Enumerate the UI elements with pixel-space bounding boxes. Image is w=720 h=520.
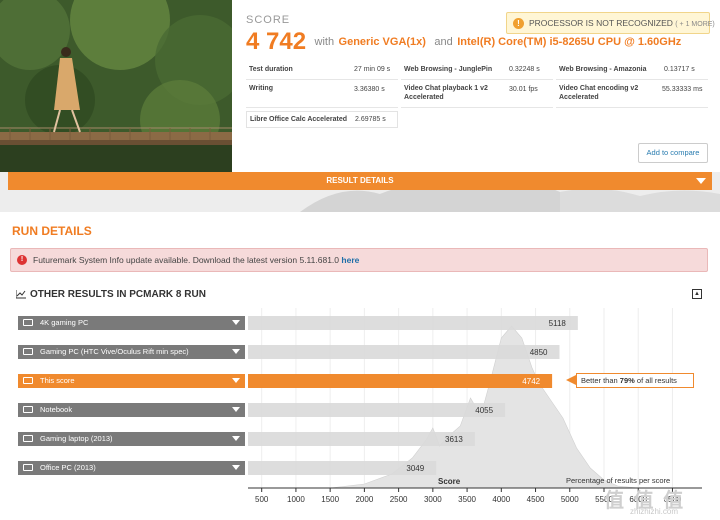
x-tick-label: 1000	[287, 495, 305, 504]
stat-label: Writing	[249, 85, 273, 92]
comparison-row-label: Gaming laptop (2013)	[40, 434, 113, 443]
chevron-down-icon	[232, 407, 240, 412]
x-tick-label: 3500	[458, 495, 476, 504]
stat-cell: Test duration 27 min 09 s	[246, 62, 398, 80]
stat-value: 55.33333 ms	[662, 86, 703, 93]
result-summary-card: SCORE 4 742 with Generic VGA(1x) and Int…	[0, 0, 720, 172]
result-details-toggle[interactable]: RESULT DETAILS	[8, 172, 712, 190]
monitor-icon	[23, 464, 33, 471]
chevron-down-icon	[696, 178, 706, 184]
comparison-row-selector[interactable]: Gaming PC (HTC Vive/Oculus Rift min spec…	[18, 345, 245, 359]
stat-label: Video Chat playback 1 v2 Accelerated	[404, 85, 488, 101]
processor-warning-more[interactable]: ( + 1 MORE)	[675, 21, 714, 28]
stat-label: Test duration	[249, 66, 293, 73]
x-tick-label: 1500	[321, 495, 339, 504]
x-tick-label: 5000	[561, 495, 579, 504]
line-chart-icon	[16, 289, 26, 299]
stat-cell: Writing 3.36380 s	[246, 82, 398, 108]
monitor-icon	[23, 319, 33, 326]
bar-value-label: 5118	[549, 319, 567, 328]
other-results-heading: OTHER RESULTS IN PCMARK 8 RUN	[16, 289, 206, 300]
bar-value-label: 3049	[406, 464, 424, 473]
comparison-row-label: Office PC (2013)	[40, 463, 96, 472]
chevron-down-icon	[232, 436, 240, 441]
stat-value: 2.69785 s	[355, 116, 386, 123]
x-tick-label: 2500	[390, 495, 408, 504]
stat-value: 27 min 09 s	[354, 66, 391, 73]
cpu-name: Intel(R) Core(TM) i5-8265U CPU @ 1.60GHz	[457, 36, 682, 48]
stat-cell: Web Browsing - JunglePin 0.32248 s	[401, 62, 553, 80]
x-tick-label: 500	[255, 495, 269, 504]
bar-value-label: 4055	[475, 406, 493, 415]
other-results-title: OTHER RESULTS IN PCMARK 8 RUN	[30, 289, 206, 300]
score-bar	[248, 316, 578, 330]
comparison-row-selector[interactable]: This score	[18, 374, 245, 388]
stat-label: Web Browsing - JunglePin	[404, 66, 493, 73]
chevron-down-icon	[232, 349, 240, 354]
result-details-label: RESULT DETAILS	[326, 176, 394, 185]
x-tick-label: 4500	[527, 495, 545, 504]
better-than-percent: 79%	[619, 376, 635, 385]
gpu-name: Generic VGA(1x)	[338, 36, 426, 48]
comparison-row-label: Notebook	[40, 405, 73, 414]
comparison-row-selector[interactable]: Office PC (2013)	[18, 461, 245, 475]
stat-value: 30.01 fps	[509, 86, 538, 93]
stat-label: Video Chat encoding v2 Accelerated	[559, 85, 639, 101]
comparison-row-selector[interactable]: 4K gaming PC	[18, 316, 245, 330]
update-alert: ! Futuremark System Info update availabl…	[10, 248, 708, 272]
x-axis-label: Score	[438, 477, 461, 486]
x-tick-label: 4000	[492, 495, 510, 504]
score-value: 4 742	[246, 28, 307, 55]
comparison-row-selector[interactable]: Gaming laptop (2013)	[18, 432, 245, 446]
chevron-down-icon	[232, 378, 240, 383]
comparison-row-label: This score	[40, 376, 75, 385]
alert-text: Futuremark System Info update available.…	[33, 255, 340, 265]
run-details-title: RUN DETAILS	[12, 224, 92, 238]
comparison-row-label: 4K gaming PC	[40, 318, 89, 327]
bar-value-label: 4850	[530, 348, 548, 357]
stat-cell: Video Chat playback 1 v2 Accelerated 30.…	[401, 82, 553, 108]
monitor-icon	[23, 348, 33, 355]
processor-warning[interactable]: ! PROCESSOR IS NOT RECOGNIZED ( + 1 MORE)	[506, 12, 715, 34]
monitor-icon	[23, 435, 33, 442]
stat-value: 0.32248 s	[509, 66, 540, 73]
better-than-suffix: of all results	[636, 376, 677, 385]
stat-label: Libre Office Calc Accelerated	[250, 116, 348, 123]
stat-cell: Web Browsing - Amazonia 0.13717 s	[556, 62, 708, 80]
x-tick-label: 3000	[424, 495, 442, 504]
benchmark-banner-image	[0, 0, 232, 172]
stat-label: Web Browsing - Amazonia	[559, 66, 647, 73]
score-bar	[248, 432, 475, 446]
better-than-pointer	[566, 375, 576, 385]
collapse-icon[interactable]: ▲	[692, 289, 702, 299]
x-tick-label: 2000	[355, 495, 373, 504]
stat-cell: Libre Office Calc Accelerated 2.69785 s	[246, 111, 398, 128]
better-than-callout: Better than 79% of all results	[576, 373, 694, 388]
score-with-text: with	[314, 36, 335, 48]
chevron-down-icon	[232, 465, 240, 470]
better-than-prefix: Better than	[581, 376, 618, 385]
comparison-row-label: Gaming PC (HTC Vive/Oculus Rift min spec…	[40, 347, 189, 356]
alert-icon: !	[17, 255, 27, 265]
score-bar	[248, 374, 553, 388]
watermark-url: zhizhizhi.com	[630, 507, 679, 516]
stat-value: 0.13717 s	[664, 66, 695, 73]
add-to-compare-button[interactable]: Add to compare	[638, 143, 708, 163]
monitor-icon	[23, 406, 33, 413]
alert-download-link[interactable]: here	[341, 255, 359, 265]
warning-icon: !	[513, 18, 524, 30]
stat-value: 3.36380 s	[354, 86, 385, 93]
stat-cell: Video Chat encoding v2 Accelerated 55.33…	[556, 82, 708, 108]
score-bar	[248, 403, 506, 417]
bar-value-label: 4742	[522, 377, 540, 386]
bar-value-label: 3613	[445, 435, 463, 444]
chevron-down-icon	[232, 320, 240, 325]
score-bar	[248, 345, 560, 359]
processor-warning-text: PROCESSOR IS NOT RECOGNIZED	[529, 18, 673, 28]
score-and-text: and	[434, 36, 453, 48]
monitor-icon	[23, 377, 33, 384]
comparison-row-selector[interactable]: Notebook	[18, 403, 245, 417]
